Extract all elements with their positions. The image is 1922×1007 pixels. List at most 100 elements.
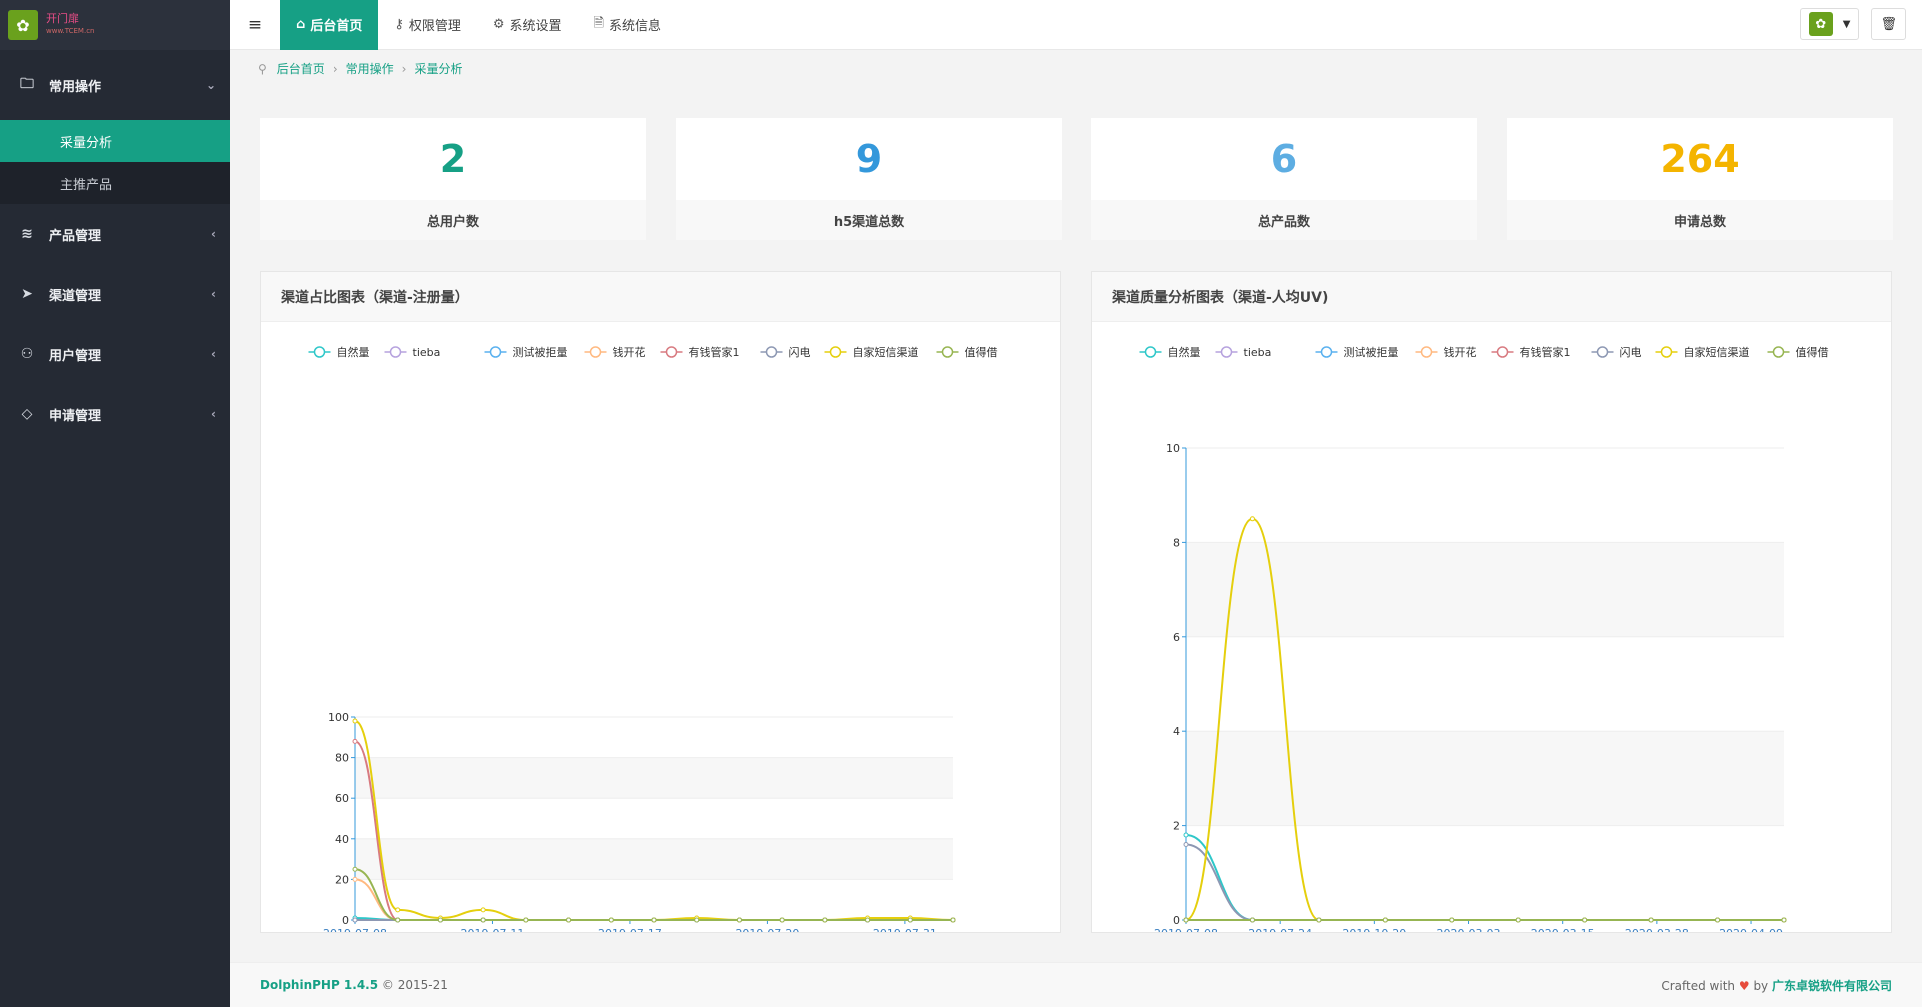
legend-label: 自家短信渠道: [1684, 345, 1750, 359]
legend-item: 自然量: [1139, 345, 1201, 359]
y-tick-label: 80: [335, 752, 349, 765]
data-point: [352, 917, 358, 923]
x-tick-label: 2019-07-20: [735, 927, 799, 932]
legend-marker: [765, 346, 778, 358]
x-tick-label: 2020-03-28: [1625, 927, 1689, 932]
data-point: [566, 917, 572, 923]
sidebar-item-label: 用户管理: [49, 348, 102, 364]
data-point: [651, 917, 657, 923]
data-point: [950, 917, 956, 923]
sidebar-item-label: 产品管理: [49, 228, 102, 244]
y-tick-label: 100: [328, 711, 349, 724]
x-tick-label: 2019-07-11: [461, 927, 525, 932]
legend-item: 自家短信渠道: [1655, 345, 1750, 359]
legend-label: 值得借: [965, 346, 998, 359]
send-icon: ➤: [21, 286, 33, 302]
tab-label: 系统设置: [509, 19, 562, 34]
breadcrumb-separator: ›: [332, 61, 338, 76]
location-pin-icon: ⚲: [258, 61, 267, 76]
breadcrumb-common[interactable]: 常用操作: [346, 60, 394, 77]
data-point: [907, 917, 913, 923]
legend-marker: [829, 346, 842, 358]
panel-title: 渠道质量分析图表（渠道-人均UV): [1092, 272, 1891, 322]
chevron-left-icon: ‹: [211, 347, 216, 361]
y-tick-label: 0: [1173, 914, 1180, 927]
y-tick-label: 0: [342, 914, 349, 927]
legend-marker: [389, 346, 402, 358]
tab-home[interactable]: ⌂ 后台首页: [280, 0, 379, 50]
sidebar-item-label: 主推产品: [60, 177, 113, 193]
data-point: [1382, 917, 1388, 923]
heart-icon: ♥: [1738, 978, 1750, 993]
sidebar-item-channels[interactable]: ➤ 渠道管理 ‹: [0, 264, 230, 324]
legend-label: 测试被拒量: [513, 346, 568, 359]
user-menu-button[interactable]: ✿ ▼: [1799, 8, 1860, 40]
data-point: [1183, 841, 1189, 847]
sidebar-item-applications[interactable]: ◇ 申请管理 ‹: [0, 384, 230, 444]
y-tick-label: 4: [1173, 725, 1180, 738]
data-point: [352, 738, 358, 744]
footer-crafted: Crafted with: [1661, 978, 1736, 993]
data-point: [395, 917, 401, 923]
breadcrumb-home[interactable]: 后台首页: [277, 60, 325, 77]
legend-label: 钱开花: [1444, 345, 1477, 359]
legend-label: 闪电: [789, 345, 811, 359]
chevron-left-icon: ‹: [211, 407, 216, 421]
top-navbar: ≡ ⌂ 后台首页 ⚷ 权限管理 ⚙ 系统设置 🗎 系统信息 ✿ ▼ 🗑: [230, 0, 1922, 50]
data-point: [437, 917, 443, 923]
key-icon: ⚷: [394, 17, 404, 32]
legend-marker: [1320, 346, 1333, 358]
footer-company[interactable]: 广东卓锐软件有限公司: [1772, 979, 1892, 993]
sidebar-item-featured-products[interactable]: 主推产品: [0, 162, 230, 204]
legend-label: 测试被拒量: [1344, 346, 1399, 359]
footer: DolphinPHP 1.4.5 © 2015-21 Crafted with …: [230, 962, 1922, 1007]
data-point: [1582, 917, 1588, 923]
logo-text: 开门扉: [46, 12, 79, 25]
logo-subtext: www.TCEM.cn: [46, 27, 95, 35]
x-tick-label: 2019-07-08: [323, 927, 387, 932]
tab-label: 后台首页: [310, 19, 363, 34]
data-point: [1515, 917, 1521, 923]
data-point: [352, 866, 358, 872]
sidebar-item-common[interactable]: 🗀 常用操作 ⌄: [0, 50, 230, 120]
chevron-left-icon: ‹: [211, 287, 216, 301]
folder-icon: 🗀: [20, 76, 34, 92]
panel-title: 渠道占比图表（渠道-注册量）: [261, 272, 1060, 322]
data-point: [1249, 917, 1255, 923]
sidebar-item-label: 申请管理: [49, 408, 102, 424]
sidebar-item-collection-analysis[interactable]: 采量分析: [0, 120, 230, 162]
menu-toggle-icon[interactable]: ≡: [230, 15, 280, 35]
legend-item: 有钱管家1: [1491, 345, 1571, 359]
legend-marker: [1596, 346, 1609, 358]
legend-label: 自家短信渠道: [853, 345, 919, 359]
series-line: [354, 878, 953, 921]
footer-brand[interactable]: DolphinPHP 1.4.5: [260, 978, 378, 992]
grid-band: [1186, 731, 1784, 826]
legend-marker: [941, 346, 954, 358]
tab-permissions[interactable]: ⚷ 权限管理: [378, 0, 477, 50]
data-point: [1781, 917, 1787, 923]
clear-cache-button[interactable]: 🗑: [1871, 8, 1906, 40]
legend-item: 钱开花: [1415, 345, 1477, 359]
data-point: [480, 917, 486, 923]
menu-group-common: 🗀 常用操作 ⌄ 采量分析 主推产品: [0, 50, 230, 204]
legend-label: 有钱管家1: [1520, 345, 1571, 359]
series-line: [1185, 834, 1784, 922]
sidebar-item-users[interactable]: ⚇ 用户管理 ‹: [0, 324, 230, 384]
tab-settings[interactable]: ⚙ 系统设置: [477, 0, 578, 50]
sidebar-item-label: 常用操作: [49, 79, 102, 95]
stat-label: h5渠道总数: [676, 200, 1062, 240]
y-tick-label: 10: [1166, 442, 1180, 455]
stat-value: 264: [1660, 137, 1740, 181]
legend-marker: [1772, 346, 1785, 358]
logo[interactable]: ✿ 开门扉 www.TCEM.cn: [0, 0, 230, 50]
tab-system-info[interactable]: 🗎 系统信息: [578, 0, 677, 50]
breadcrumb: ⚲ 后台首页 › 常用操作 › 采量分析: [258, 60, 462, 77]
breadcrumb-current[interactable]: 采量分析: [414, 60, 462, 77]
sidebar-item-products[interactable]: ≋ 产品管理 ‹: [0, 204, 230, 264]
sidebar: ✿ 开门扉 www.TCEM.cn 🗀 常用操作 ⌄ 采量分析 主推产品 ≋ 产…: [0, 0, 230, 1007]
data-point: [1183, 917, 1189, 923]
breadcrumb-separator: ›: [401, 61, 407, 76]
legend-marker: [1660, 346, 1673, 358]
x-tick-label: 2019-10-20: [1342, 927, 1406, 932]
